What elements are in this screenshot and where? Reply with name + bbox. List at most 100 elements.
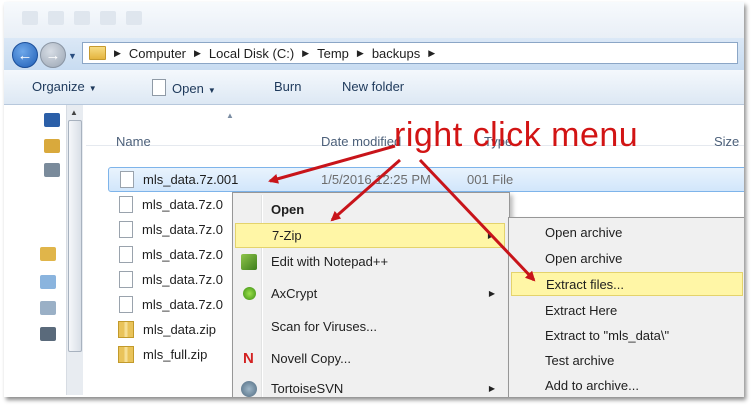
command-bar: Organize ▼ Open ▼ Burn New folder (4, 70, 744, 105)
drive-icon[interactable] (40, 275, 56, 289)
submenu-item-open-archive-2[interactable]: Open archive (511, 246, 743, 270)
back-button[interactable]: ← (12, 42, 38, 68)
submenu-arrow-icon: ▶ (488, 289, 495, 298)
submenu-7zip: Open archive Open archive Extract files.… (508, 217, 744, 397)
title-bar (4, 2, 744, 38)
menu-item-label: Novell Copy... (271, 351, 351, 366)
device-icon[interactable] (40, 327, 56, 341)
chevron-right-icon[interactable]: ▶ (194, 48, 201, 59)
tortoisesvn-icon (241, 380, 257, 397)
novell-icon: N (243, 350, 254, 367)
zip-folder-icon (118, 346, 134, 363)
folder-ghost-icon (126, 11, 142, 25)
submenu-arrow-icon: ▶ (488, 384, 495, 393)
file-date: 1/5/2016 12:25 PM (321, 172, 431, 187)
column-date-modified[interactable]: Date modified (321, 134, 401, 149)
submenu-item-label: Extract files... (546, 276, 625, 292)
menu-item-label: Open (271, 202, 305, 217)
new-folder-button[interactable]: New folder (342, 79, 404, 94)
file-icon (119, 296, 133, 313)
organize-button[interactable]: Organize ▼ (32, 79, 97, 94)
address-row: ← → ▼ ▶ Computer ▶ Local Disk (C:) ▶ Tem… (4, 38, 744, 70)
undo-ghost-icon (74, 11, 90, 25)
file-icon (119, 221, 133, 238)
submenu-item-test-archive[interactable]: Test archive (511, 348, 743, 372)
address-bar[interactable]: ▶ Computer ▶ Local Disk (C:) ▶ Temp ▶ ba… (82, 42, 738, 64)
notepad-plus-plus-icon (241, 253, 257, 270)
computer-folder-icon[interactable] (40, 247, 56, 261)
column-name[interactable]: Name (116, 134, 151, 149)
file-name: mls_full.zip (143, 347, 208, 362)
file-type: 001 File (467, 172, 514, 187)
chevron-right-icon[interactable]: ▶ (302, 48, 309, 59)
file-row[interactable]: mls_data.7z.001 1/5/2016 12:25 PM 001 Fi… (108, 167, 744, 192)
menu-item-axcrypt[interactable]: AxCrypt ▶ (235, 281, 505, 306)
organize-label: Organize (32, 79, 85, 94)
breadcrumb-computer[interactable]: Computer (129, 46, 186, 61)
breadcrumb-backups[interactable]: backups (372, 46, 420, 61)
chevron-right-icon[interactable]: ▶ (428, 48, 435, 59)
submenu-item-label: Open archive (545, 250, 623, 266)
breadcrumb-local-disk[interactable]: Local Disk (C:) (209, 46, 294, 61)
nav-scroll-thumb[interactable] (68, 120, 82, 352)
submenu-item-extract-here[interactable]: Extract Here (511, 298, 743, 322)
back-ghost-icon (48, 11, 64, 25)
file-name: mls_data.zip (143, 322, 216, 337)
submenu-item-label: Extract to "mls_data\" (545, 327, 670, 343)
annotation-label: right click menu (394, 116, 639, 154)
file-icon (120, 171, 134, 188)
breadcrumb-temp[interactable]: Temp (317, 46, 349, 61)
homegroup-icon[interactable] (44, 163, 60, 177)
properties-ghost-icon (100, 11, 116, 25)
zip-folder-icon (118, 321, 134, 338)
chevron-down-icon: ▼ (88, 84, 97, 93)
menu-item-label: AxCrypt (271, 286, 318, 301)
open-button[interactable]: Open ▼ (152, 79, 216, 96)
file-name: mls_data.7z.0 (142, 272, 223, 287)
recent-pages-icon[interactable]: ▼ (68, 51, 77, 61)
submenu-item-open-archive[interactable]: Open archive (511, 220, 743, 244)
menu-item-edit-notepad[interactable]: Edit with Notepad++ (235, 249, 505, 274)
menu-item-7zip[interactable]: 7-Zip ▶ (235, 223, 505, 248)
libraries-icon[interactable] (44, 139, 60, 153)
open-label: Open (172, 81, 204, 96)
back-arrow-icon: ← (17, 46, 33, 64)
file-icon (119, 246, 133, 263)
menu-item-open[interactable]: Open (235, 197, 505, 222)
file-name: mls_data.7z.0 (142, 222, 223, 237)
document-icon (152, 79, 166, 96)
burn-button[interactable]: Burn (274, 79, 301, 94)
explorer-window: ← → ▼ ▶ Computer ▶ Local Disk (C:) ▶ Tem… (4, 2, 744, 397)
favorites-icon[interactable] (44, 113, 60, 127)
submenu-item-add-to-archive[interactable]: Add to archive... (511, 373, 743, 397)
app-icon (22, 11, 38, 25)
forward-button[interactable]: → (40, 42, 66, 68)
context-menu: Open 7-Zip ▶ Edit with Notepad++ AxCrypt… (232, 192, 510, 397)
menu-item-label: TortoiseSVN (271, 381, 344, 396)
submenu-item-label: Open archive (545, 224, 623, 240)
sort-ascending-icon: ▲ (226, 111, 234, 120)
menu-item-scan-viruses[interactable]: Scan for Viruses... (235, 314, 505, 339)
file-icon (119, 196, 133, 213)
submenu-item-extract-to[interactable]: Extract to "mls_data\" (511, 323, 743, 347)
file-name: mls_data.7z.001 (143, 172, 239, 187)
file-name: mls_data.7z.0 (142, 297, 223, 312)
axcrypt-shield-icon (243, 287, 256, 300)
submenu-item-label: Extract Here (545, 302, 618, 318)
file-name: mls_data.7z.0 (142, 247, 223, 262)
file-name: mls_data.7z.0 (142, 197, 223, 212)
scroll-up-icon[interactable]: ▲ (70, 108, 78, 117)
column-size[interactable]: Size (714, 134, 739, 149)
menu-item-label: 7-Zip (272, 228, 302, 243)
submenu-item-extract-files[interactable]: Extract files... (511, 272, 743, 296)
network-icon[interactable] (40, 301, 56, 315)
menu-item-novell-copy[interactable]: N Novell Copy... (235, 346, 505, 371)
submenu-arrow-icon: ▶ (487, 231, 494, 240)
folder-icon (89, 46, 106, 60)
menu-item-tortoisesvn[interactable]: TortoiseSVN ▶ (235, 376, 505, 397)
chevron-right-icon[interactable]: ▶ (114, 48, 121, 59)
menu-item-label: Scan for Viruses... (271, 319, 377, 334)
submenu-item-label: Test archive (545, 352, 615, 368)
chevron-right-icon[interactable]: ▶ (357, 48, 364, 59)
chevron-down-icon: ▼ (207, 86, 216, 95)
